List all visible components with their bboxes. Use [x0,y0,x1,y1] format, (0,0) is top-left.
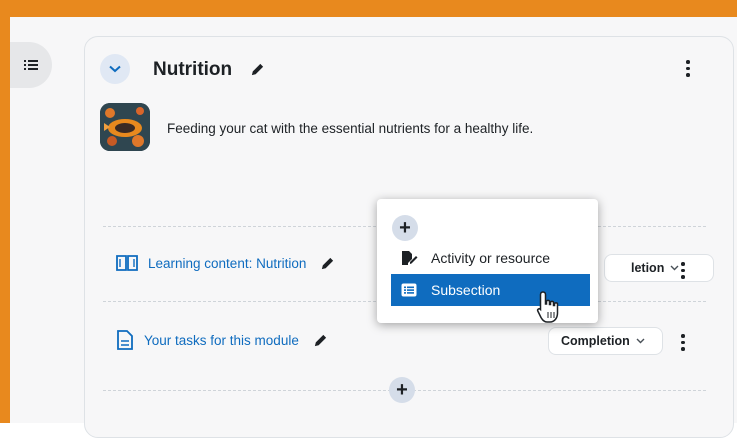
activity-link-tasks[interactable]: Your tasks for this module [144,333,299,348]
plus-icon: + [396,379,408,401]
course-index-toggle-button[interactable] [10,42,52,88]
section-summary: Feeding your cat with the essential nutr… [167,121,534,136]
edit-title-pencil-icon[interactable] [250,62,265,77]
add-content-popup: + Activity or resource Subsection [377,199,598,323]
completion-label: letion [631,261,665,275]
activity-actions-menu-icon[interactable] [678,262,688,279]
section-actions-menu-icon[interactable] [683,60,693,77]
completion-dropdown-1[interactable]: letion [604,254,714,282]
completion-label: Completion [561,334,630,348]
section-title: Nutrition [153,59,233,80]
activity-row-book: Learning content: Nutrition [115,253,335,273]
list-icon [24,60,38,70]
activity-actions-menu-icon[interactable] [678,334,688,351]
plus-icon: + [399,217,411,239]
document-icon [117,330,133,350]
section-collapse-button[interactable] [100,54,130,84]
chevron-down-icon [636,338,645,344]
file-edit-icon [402,251,418,265]
activity-row-document: Your tasks for this module [115,329,328,351]
chevron-down-icon [109,65,121,73]
add-content-button-bottom[interactable]: + [389,377,415,403]
section-image [100,103,150,151]
menu-item-label: Subsection [431,282,501,298]
edit-pencil-icon[interactable] [320,256,335,271]
add-content-button[interactable]: + [392,215,418,241]
menu-item-activity-or-resource[interactable]: Activity or resource [391,242,590,274]
orange-frame-top [0,0,737,17]
hand-pointer-cursor-icon [536,291,559,323]
book-icon [116,255,138,271]
menu-item-label: Activity or resource [431,250,551,266]
activity-link-learning-content[interactable]: Learning content: Nutrition [148,256,306,271]
completion-dropdown-2[interactable]: Completion [548,327,663,355]
edit-pencil-icon[interactable] [313,333,328,348]
course-content-area: Nutrition Feeding your cat with the esse… [10,17,737,438]
orange-frame-left [0,0,10,423]
list-box-icon [401,283,417,297]
